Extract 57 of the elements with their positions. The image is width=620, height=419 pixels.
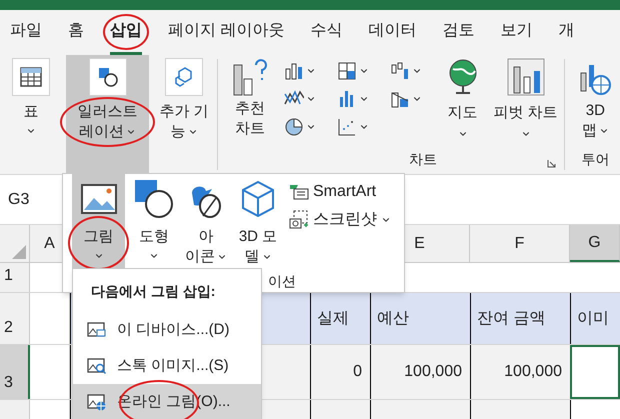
shapes-icon — [96, 66, 118, 88]
camera-icon — [289, 210, 309, 230]
row-header[interactable]: 2 — [0, 293, 30, 344]
group-label: 투어 — [581, 150, 610, 169]
chart-icon — [336, 117, 357, 137]
chart-icon — [336, 61, 357, 81]
picture-search-icon — [87, 357, 107, 375]
ribbon-button[interactable]: 3D 모 델 — [235, 174, 281, 269]
menu-title: 다음에서 그림 삽입: — [90, 282, 216, 301]
row-header[interactable]: 3 — [0, 345, 30, 399]
table-cell: 0 — [310, 345, 370, 399]
ribbon-tab[interactable]: 홈 — [68, 10, 84, 55]
ribbon-button[interactable]: 추가 기 능 — [161, 55, 207, 165]
pivot-chart-button[interactable]: 피벗 차트 — [493, 57, 558, 139]
ribbon-tab[interactable]: 수식 — [310, 10, 342, 55]
row-header[interactable]: 1 — [0, 263, 30, 292]
map-button[interactable]: 지도 — [444, 57, 482, 139]
table-icon — [20, 67, 42, 87]
menu-item[interactable]: 이 디바이스...(D) — [73, 312, 261, 348]
hexagon-icon — [173, 66, 195, 88]
ribbon-button[interactable]: 아 이콘 — [183, 174, 229, 269]
ribbon-tab[interactable]: 페이지 레이아웃 — [168, 10, 284, 55]
3d-map-button[interactable]: 3D 맵 — [577, 61, 614, 141]
column-header[interactable]: G — [570, 225, 620, 262]
selected-cell[interactable] — [570, 345, 620, 399]
group-label: 이션 — [268, 272, 296, 291]
recommended-charts-button[interactable]: 추천 차트 — [228, 57, 272, 139]
table-cell: 100,000 — [470, 345, 570, 399]
column-title: 잔여 금액 — [470, 293, 570, 344]
ribbon-tab[interactable]: 데이터 — [368, 10, 416, 55]
shapes-icon — [134, 179, 174, 219]
chart-icon — [284, 61, 304, 81]
ribbon-button[interactable]: 일러스트 레이션 — [66, 55, 149, 175]
table-cell: 100,000 — [370, 345, 470, 399]
name-box[interactable]: G3 — [8, 188, 30, 212]
cube-icon — [241, 180, 275, 218]
menu-item[interactable]: 스톡 이미지...(S) — [73, 348, 261, 384]
column-title: 이미 — [570, 293, 620, 344]
dialog-launcher-icon — [546, 159, 556, 168]
picture-globe-icon — [87, 393, 107, 411]
picture-monitor-icon — [87, 321, 107, 339]
picture-icon — [80, 184, 116, 214]
smartart-button[interactable]: SmartArt — [289, 180, 391, 204]
smartart-icon — [289, 184, 309, 200]
ribbon-tab[interactable]: 파일 — [10, 10, 42, 55]
chart-icon — [284, 117, 304, 137]
group-label: 차트 — [408, 150, 437, 169]
column-title: 예산 — [370, 293, 470, 344]
ribbon-tab[interactable]: 보기 — [500, 10, 532, 55]
chart-icon — [390, 61, 410, 81]
column-title: 실제 — [310, 293, 370, 344]
triangle-icon — [12, 245, 26, 259]
ribbon-button[interactable]: 그림 — [72, 174, 125, 269]
ribbon-tab[interactable]: 개 — [558, 10, 574, 55]
ribbon-button[interactable]: 표 — [8, 55, 54, 165]
ribbon-button[interactable]: 도형 — [131, 174, 177, 269]
ribbon-tab[interactable]: 검토 — [442, 10, 474, 55]
